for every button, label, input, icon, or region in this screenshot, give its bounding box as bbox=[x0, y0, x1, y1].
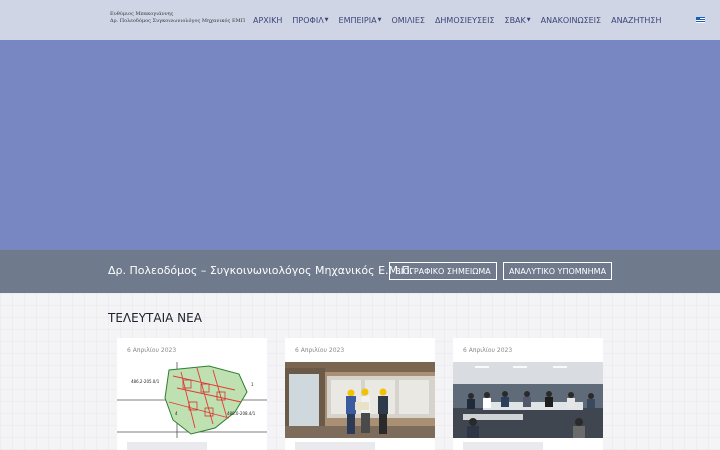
nav-item-label: ΕΜΠΕΙΡΙΑ bbox=[338, 15, 377, 25]
card-date: 6 Απριλίου 2023 bbox=[463, 347, 513, 354]
site-header: Ευθύμιος Μπακογιάννης Δρ. Πολεοδόμος Συγ… bbox=[0, 0, 720, 40]
caret-down-icon: ▼ bbox=[324, 17, 329, 23]
news-card[interactable]: 6 Απριλίου 2023 486.2-205.0/1 1 488.0-20… bbox=[117, 338, 267, 450]
nav-item-publications[interactable]: ΔΗΜΟΣΙΕΥΣΕΙΣ bbox=[435, 16, 495, 25]
latest-news-section: ΤΕΛΕΥΤΑΙΑ ΝΕΑ 6 Απριλίου 2023 486.2-205.… bbox=[0, 293, 720, 450]
construction-workers-image[interactable] bbox=[285, 362, 435, 438]
hero-banner bbox=[0, 40, 720, 250]
tagline-strip: Δρ. Πολεοδόμος – Συγκοινωνιολόγος Μηχανι… bbox=[0, 250, 720, 293]
caret-down-icon: ▼ bbox=[526, 17, 531, 23]
news-card[interactable]: 6 Απριλίου 2023 bbox=[285, 338, 435, 450]
nav-item-svak[interactable]: ΣΒΑΚ ▼ bbox=[505, 16, 531, 25]
nav-item-label: ΑΡΧΙΚΗ bbox=[253, 15, 283, 25]
card-date: 6 Απριλίου 2023 bbox=[127, 347, 177, 354]
svg-text:488.0-208.4/1: 488.0-208.4/1 bbox=[227, 411, 256, 416]
nav-item-label: ΑΝΑΚΟΙΝΩΣΕΙΣ bbox=[540, 15, 602, 25]
nav-item-label: ΔΗΜΟΣΙΕΥΣΕΙΣ bbox=[434, 15, 495, 25]
news-card[interactable]: 6 Απριλίου 2023 bbox=[453, 338, 603, 450]
nav-item-label: ΟΜΙΛΙΕΣ bbox=[391, 15, 425, 25]
greek-flag-icon[interactable] bbox=[696, 17, 705, 23]
main-nav: ΑΡΧΙΚΗ ΠΡΟΦΙΛ ▼ ΕΜΠΕΙΡΙΑ ▼ ΟΜΙΛΙΕΣ ΔΗΜΟΣΙΕ… bbox=[253, 0, 672, 40]
tagline-title: Δρ. Πολεοδόμος – Συγκοινωνιολόγος Μηχανι… bbox=[108, 264, 414, 277]
card-date: 6 Απριλίου 2023 bbox=[295, 347, 345, 354]
nav-item-label: ΑΝΑΖΗΤΗΣΗ bbox=[611, 15, 662, 25]
caret-down-icon: ▼ bbox=[377, 17, 382, 23]
nav-item-experience[interactable]: ΕΜΠΕΙΡΙΑ ▼ bbox=[339, 16, 382, 25]
card-title-placeholder bbox=[463, 442, 543, 450]
site-logo[interactable]: Ευθύμιος Μπακογιάννης Δρ. Πολεοδόμος Συγ… bbox=[110, 11, 245, 25]
nav-item-home[interactable]: ΑΡΧΙΚΗ bbox=[253, 16, 282, 25]
nav-item-talks[interactable]: ΟΜΙΛΙΕΣ bbox=[391, 16, 425, 25]
nav-item-announcements[interactable]: ΑΝΑΚΟΙΝΩΣΕΙΣ bbox=[541, 16, 601, 25]
cadastral-map-image[interactable]: 486.2-205.0/1 1 488.0-208.4/1 4 bbox=[117, 362, 267, 438]
section-heading: ΤΕΛΕΥΤΑΙΑ ΝΕΑ bbox=[108, 311, 202, 325]
svg-text:486.2-205.0/1: 486.2-205.0/1 bbox=[131, 379, 160, 384]
cv-button[interactable]: ΒΙΟΓΡΑΦΙΚΟ ΣΗΜΕΙΩΜΑ bbox=[389, 262, 497, 280]
card-title-placeholder bbox=[127, 442, 207, 450]
meeting-room-image[interactable] bbox=[453, 362, 603, 438]
card-title-placeholder bbox=[295, 442, 375, 450]
nav-item-label: ΠΡΟΦΙΛ bbox=[292, 15, 324, 25]
logo-subtitle: Δρ. Πολεοδόμος Συγκοινωνιολόγος Μηχανικό… bbox=[110, 18, 246, 24]
nav-item-search[interactable]: ΑΝΑΖΗΤΗΣΗ bbox=[611, 16, 661, 25]
nav-item-label: ΣΒΑΚ bbox=[504, 15, 526, 25]
memo-button[interactable]: ΑΝΑΛΥΤΙΚΟ ΥΠΟΜΝΗΜΑ bbox=[503, 262, 612, 280]
logo-name: Ευθύμιος Μπακογιάννης bbox=[110, 11, 174, 17]
nav-item-profile[interactable]: ΠΡΟΦΙΛ ▼ bbox=[292, 16, 328, 25]
